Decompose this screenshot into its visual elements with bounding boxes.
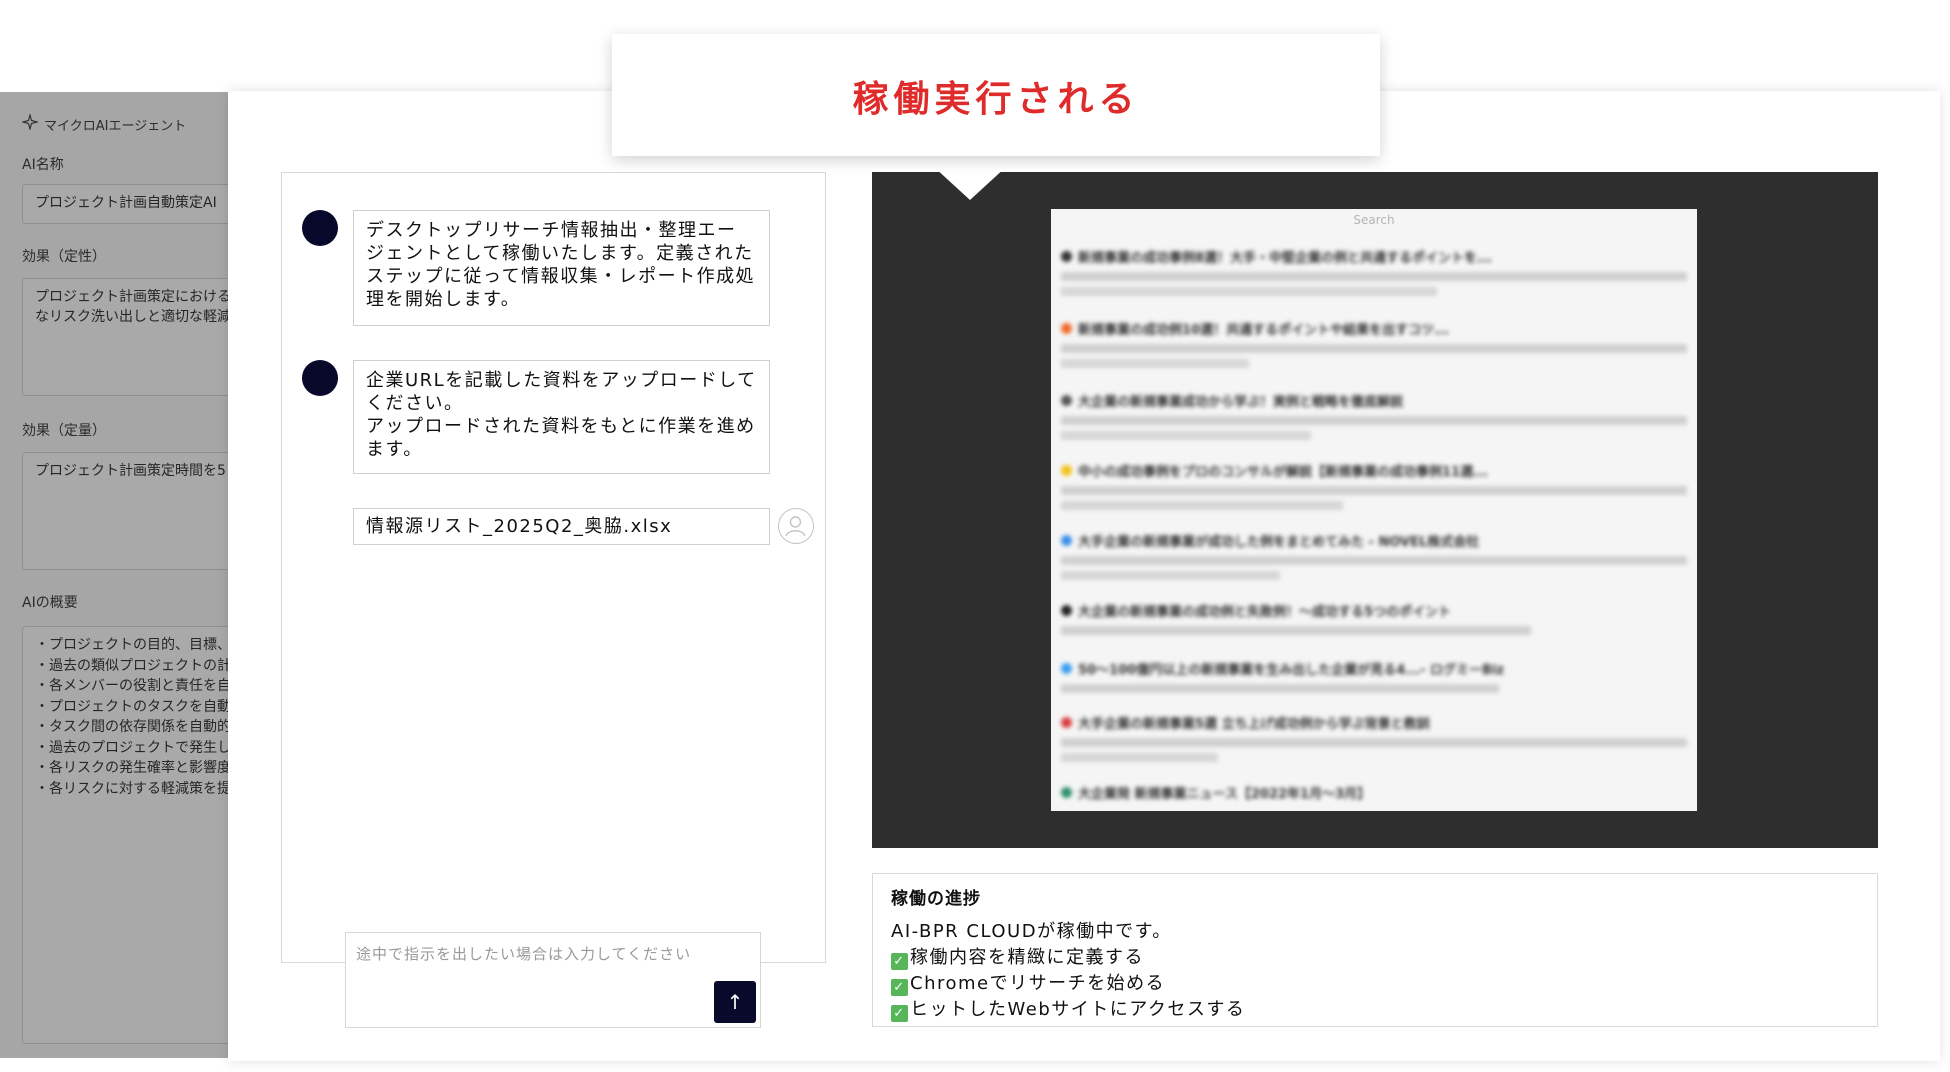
sparkle-icon [20,112,40,134]
message-line: ます。 [366,439,423,460]
callout-banner: 稼働実行される [612,34,1380,156]
browser-search-results: Search 新規事業の成功事例8選！大手・中堅企業の例と共通するポイントを..… [1051,209,1697,811]
overview-label: AIの概要 [22,595,78,611]
qual-line: なリスク洗い出しと適切な軽減 [35,309,230,325]
agent-screen-view: Search 新規事業の成功事例8選！大手・中堅企業の例と共通するポイントを..… [872,172,1878,848]
send-button[interactable]: ↑ [714,981,756,1023]
overview-line: ・各リスクの発生確率と影響度 [35,760,230,776]
checkmark-icon: ✓ [891,1005,908,1022]
result-title: 大手企業の新規事業が成功した例をまとめてみた - NOVEL株式会社 [1078,535,1480,550]
search-result: 新規事業の成功事例8選！大手・中堅企業の例と共通するポイントを... [1061,247,1687,296]
agent-header-label: マイクロAIエージェント [44,118,187,134]
instruction-input[interactable]: 途中で指示を出したい場合は入力してください ↑ [345,932,761,1028]
favicon-icon [1061,323,1072,334]
step-label: ヒットしたWebサイトにアクセスする [910,999,1246,1020]
message-line: ジェントとして稼働いたします。定義された [366,243,754,264]
result-title: 大企業の新規事業成功から学ぶ！実例と戦略を徹底解説 [1078,395,1404,410]
ai-name-label: AI名称 [22,157,64,173]
progress-step: ✓ ヒットしたWebサイトにアクセスする [891,997,1859,1023]
background-agent-form: マイクロAIエージェント AI名称 プロジェクト計画自動策定AI 効果（定性） … [0,92,230,1058]
callout-pointer [922,156,1018,200]
favicon-icon [1061,663,1072,674]
search-result: 50〜100億円以上の新規事業を生み出した企業が見る4...- ログミーBiz [1061,659,1687,693]
favicon-icon [1061,395,1072,406]
search-result: 新規事業の成功例10選！共通するポイントや結果を出すコツ... [1061,319,1687,368]
favicon-icon [1061,465,1072,476]
instruction-placeholder: 途中で指示を出したい場合は入力してください [356,945,692,963]
agent-message: 企業URLを記載した資料をアップロードして ください。 アップロードされた資料を… [353,360,770,474]
quant-effect-field: プロジェクト計画策定時間を5 [22,452,230,570]
search-label: Search [1353,213,1395,227]
message-line: ステップに従って情報収集・レポート作成処 [366,266,756,287]
result-title: 新規事業の成功事例8選！大手・中堅企業の例と共通するポイントを... [1078,251,1492,266]
favicon-icon [1061,535,1072,546]
progress-title: 稼働の進捗 [891,889,981,909]
search-result: 大手企業の新規事業が成功した例をまとめてみた - NOVEL株式会社 [1061,531,1687,580]
checkmark-icon: ✓ [891,953,908,970]
result-title: 大企業発 新規事業ニュース【2022年1月〜3月】 [1078,787,1371,802]
overview-line: ・各リスクに対する軽減策を提 [35,780,230,797]
overview-line: ・過去の類似プロジェクトの計 [35,657,230,674]
checkmark-icon: ✓ [891,979,908,996]
search-result: 大企業の新規事業の成功例と失敗例！〜成功する5つのポイント [1061,601,1687,635]
result-title: 大企業の新規事業の成功例と失敗例！〜成功する5つのポイント [1078,605,1452,620]
ai-name-field: プロジェクト計画自動策定AI [22,184,230,224]
page-root: マイクロAIエージェント AI名称 プロジェクト計画自動策定AI 効果（定性） … [0,0,1950,1072]
message-line: 企業URLを記載した資料をアップロードして [366,370,757,391]
progress-step: ✓ 稼働内容を精緻に定義する [891,945,1859,971]
overview-field: ・プロジェクトの目的、目標、 ・過去の類似プロジェクトの計 ・各メンバーの役割と… [22,626,230,1044]
uploaded-file-message[interactable]: 情報源リスト_2025Q2_奥脇.xlsx [353,508,770,545]
overview-line: ・過去のプロジェクトで発生し [35,739,230,756]
agent-avatar [302,210,338,246]
quant-effect-label: 効果（定量） [22,423,106,439]
progress-panel: 稼働の進捗 AI-BPR CLOUDが稼働中です。 ✓ 稼働内容を精緻に定義する … [872,873,1878,1027]
overview-line: ・タスク間の依存関係を自動的 [35,719,230,735]
step-label: 稼働内容を精緻に定義する [910,947,1144,968]
progress-step: ✓ Chromeでリサーチを始める [891,971,1859,997]
agent-avatar [302,360,338,396]
qual-effect-field: プロジェクト計画策定における なリスク洗い出しと適切な軽減 [22,278,230,396]
result-title: 大手企業の新規事業5選 立ち上げ成功例から学ぶ背景と教訓 [1078,717,1430,732]
arrow-up-icon: ↑ [726,990,744,1014]
qual-effect-label: 効果（定性） [22,249,106,265]
message-line: ください。 [366,393,464,414]
message-line: 理を開始します。 [366,289,521,310]
step-label: Chromeでリサーチを始める [910,973,1166,994]
search-result: 中小の成功事例をプロのコンサルが解説【新規事業の成功事例11選... [1061,461,1687,510]
message-line: デスクトップリサーチ情報抽出・整理エー [366,220,737,241]
favicon-icon [1061,787,1072,798]
message-line: アップロードされた資料をもとに作業を進め [366,416,756,437]
uploaded-file-name: 情報源リスト_2025Q2_奥脇.xlsx [366,516,673,537]
agent-message: デスクトップリサーチ情報抽出・整理エー ジェントとして稼働いたします。定義された… [353,210,770,326]
qual-line: プロジェクト計画策定における [35,289,230,305]
result-title: 新規事業の成功例10選！共通するポイントや結果を出すコツ... [1078,323,1449,338]
user-avatar-icon [778,508,814,544]
overview-line: ・プロジェクトの目的、目標、 [35,637,230,653]
progress-status: AI-BPR CLOUDが稼働中です。 [891,921,1172,942]
agent-header: マイクロAIエージェント [20,112,187,134]
favicon-icon [1061,251,1072,262]
favicon-icon [1061,717,1072,728]
overview-line: ・プロジェクトのタスクを自動 [35,698,230,715]
search-result: 大手企業の新規事業5選 立ち上げ成功例から学ぶ背景と教訓 [1061,713,1687,762]
result-title: 50〜100億円以上の新規事業を生み出した企業が見る4...- ログミーBiz [1078,663,1504,678]
search-result: 大企業の新規事業成功から学ぶ！実例と戦略を徹底解説 [1061,391,1687,440]
callout-title: 稼働実行される [852,79,1140,120]
result-title: 中小の成功事例をプロのコンサルが解説【新規事業の成功事例11選... [1078,465,1488,480]
favicon-icon [1061,605,1072,616]
overview-line: ・各メンバーの役割と責任を自 [35,678,230,694]
search-result: 大企業発 新規事業ニュース【2022年1月〜3月】 [1061,783,1687,802]
